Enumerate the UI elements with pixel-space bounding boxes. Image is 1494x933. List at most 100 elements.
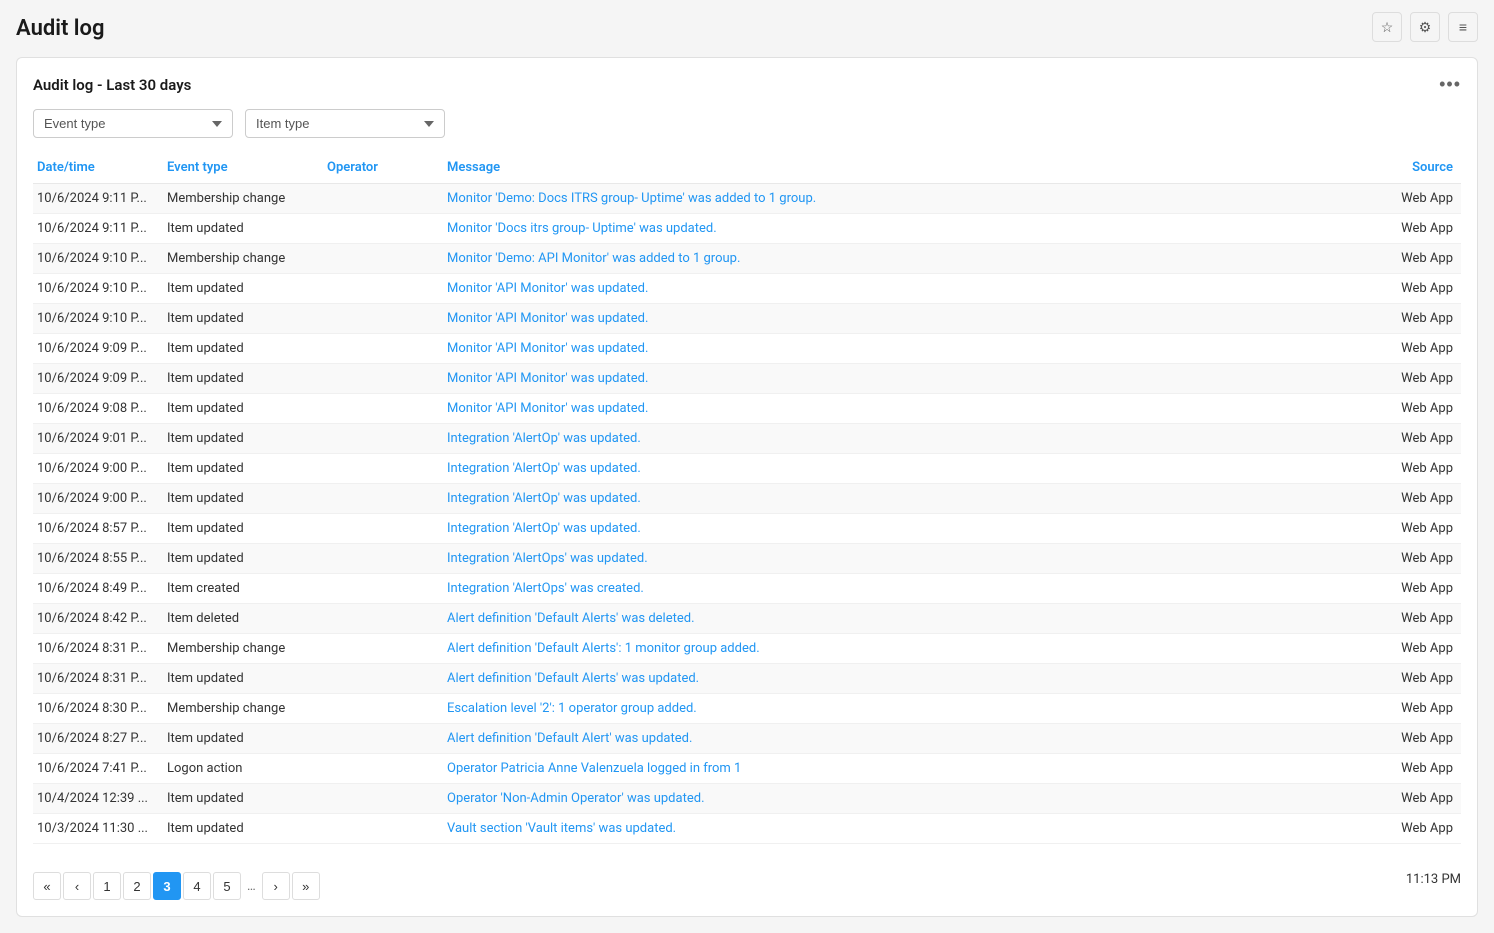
message-link[interactable]: Alert definition 'Default Alerts': 1 mon… [447, 641, 760, 656]
pagination-prev[interactable]: ‹ [63, 872, 91, 900]
message-link[interactable]: Operator Patricia Anne Valenzuela logged… [447, 761, 741, 776]
table-row[interactable]: 10/6/2024 8:27 P... Item updated Alert d… [33, 724, 1461, 754]
table-row[interactable]: 10/6/2024 8:31 P... Membership change Al… [33, 634, 1461, 664]
menu-button[interactable]: ≡ [1448, 12, 1478, 42]
cell-datetime: 10/6/2024 9:11 P... [33, 184, 163, 214]
cell-message: Integration 'AlertOps' was created. [443, 574, 1371, 604]
pagination-next[interactable]: › [262, 872, 290, 900]
pagination-page-4[interactable]: 4 [183, 872, 211, 900]
item-type-filter-wrapper: Item type [245, 109, 445, 138]
cell-operator [323, 454, 443, 484]
table-row[interactable]: 10/6/2024 9:11 P... Membership change Mo… [33, 184, 1461, 214]
cell-message: Monitor 'Demo: Docs ITRS group- Uptime' … [443, 184, 1371, 214]
cell-operator [323, 304, 443, 334]
col-header-operator[interactable]: Operator [323, 152, 443, 184]
col-header-datetime[interactable]: Date/time [33, 152, 163, 184]
table-row[interactable]: 10/6/2024 8:42 P... Item deleted Alert d… [33, 604, 1461, 634]
star-button[interactable]: ☆ [1372, 12, 1402, 42]
cell-source: Web App [1371, 754, 1461, 784]
table-row[interactable]: 10/6/2024 9:10 P... Item updated Monitor… [33, 274, 1461, 304]
table-row[interactable]: 10/6/2024 8:57 P... Item updated Integra… [33, 514, 1461, 544]
item-type-select[interactable]: Item type [245, 109, 445, 138]
event-type-select[interactable]: Event type Membership change Item update… [33, 109, 233, 138]
gear-button[interactable]: ⚙ [1410, 12, 1440, 42]
cell-source: Web App [1371, 364, 1461, 394]
message-link[interactable]: Alert definition 'Default Alerts' was de… [447, 611, 695, 626]
message-link[interactable]: Monitor 'Demo: API Monitor' was added to… [447, 251, 740, 266]
table-row[interactable]: 10/6/2024 9:00 P... Item updated Integra… [33, 484, 1461, 514]
table-row[interactable]: 10/6/2024 9:10 P... Item updated Monitor… [33, 304, 1461, 334]
cell-datetime: 10/6/2024 9:01 P... [33, 424, 163, 454]
cell-operator [323, 604, 443, 634]
table-row[interactable]: 10/6/2024 8:31 P... Item updated Alert d… [33, 664, 1461, 694]
cell-datetime: 10/6/2024 9:09 P... [33, 364, 163, 394]
cell-eventtype: Membership change [163, 634, 323, 664]
table-row[interactable]: 10/6/2024 9:09 P... Item updated Monitor… [33, 364, 1461, 394]
cell-operator [323, 484, 443, 514]
table-row[interactable]: 10/6/2024 9:09 P... Item updated Monitor… [33, 334, 1461, 364]
message-link[interactable]: Integration 'AlertOp' was updated. [447, 461, 641, 476]
table-row[interactable]: 10/6/2024 9:00 P... Item updated Integra… [33, 454, 1461, 484]
table-row[interactable]: 10/6/2024 8:55 P... Item updated Integra… [33, 544, 1461, 574]
message-link[interactable]: Alert definition 'Default Alerts' was up… [447, 671, 699, 686]
cell-datetime: 10/6/2024 8:30 P... [33, 694, 163, 724]
cell-message: Integration 'AlertOp' was updated. [443, 514, 1371, 544]
pagination-first[interactable]: « [33, 872, 61, 900]
col-header-message[interactable]: Message [443, 152, 1371, 184]
message-link[interactable]: Monitor 'API Monitor' was updated. [447, 341, 648, 356]
table-row[interactable]: 10/3/2024 11:30 ... Item updated Vault s… [33, 814, 1461, 844]
table-row[interactable]: 10/6/2024 9:08 P... Item updated Monitor… [33, 394, 1461, 424]
col-header-source[interactable]: Source [1371, 152, 1461, 184]
audit-log-table: Date/time Event type Operator Message So… [33, 152, 1461, 844]
table-row[interactable]: 10/6/2024 9:11 P... Item updated Monitor… [33, 214, 1461, 244]
cell-datetime: 10/4/2024 12:39 ... [33, 784, 163, 814]
gear-icon: ⚙ [1419, 19, 1432, 36]
cell-eventtype: Item updated [163, 514, 323, 544]
cell-message: Integration 'AlertOp' was updated. [443, 484, 1371, 514]
message-link[interactable]: Integration 'AlertOp' was updated. [447, 491, 641, 506]
message-link[interactable]: Monitor 'Docs itrs group- Uptime' was up… [447, 221, 717, 236]
table-row[interactable]: 10/6/2024 9:10 P... Membership change Mo… [33, 244, 1461, 274]
cell-operator [323, 574, 443, 604]
cell-source: Web App [1371, 664, 1461, 694]
table-row[interactable]: 10/6/2024 8:49 P... Item created Integra… [33, 574, 1461, 604]
message-link[interactable]: Monitor 'API Monitor' was updated. [447, 371, 648, 386]
cell-eventtype: Item updated [163, 484, 323, 514]
message-link[interactable]: Monitor 'Demo: Docs ITRS group- Uptime' … [447, 191, 816, 206]
pagination-page-5[interactable]: 5 [213, 872, 241, 900]
cell-eventtype: Item updated [163, 304, 323, 334]
cell-source: Web App [1371, 784, 1461, 814]
star-icon: ☆ [1381, 19, 1394, 36]
cell-source: Web App [1371, 574, 1461, 604]
table-row[interactable]: 10/4/2024 12:39 ... Item updated Operato… [33, 784, 1461, 814]
cell-datetime: 10/6/2024 8:42 P... [33, 604, 163, 634]
cell-datetime: 10/6/2024 9:00 P... [33, 484, 163, 514]
table-row[interactable]: 10/6/2024 9:01 P... Item updated Integra… [33, 424, 1461, 454]
cell-message: Operator Patricia Anne Valenzuela logged… [443, 754, 1371, 784]
more-options-button[interactable]: ••• [1439, 74, 1461, 95]
cell-message: Monitor 'API Monitor' was updated. [443, 394, 1371, 424]
message-link[interactable]: Escalation level '2': 1 operator group a… [447, 701, 697, 716]
message-link[interactable]: Vault section 'Vault items' was updated. [447, 821, 676, 836]
message-link[interactable]: Monitor 'API Monitor' was updated. [447, 401, 648, 416]
table-row[interactable]: 10/6/2024 7:41 P... Logon action Operato… [33, 754, 1461, 784]
pagination-page-1[interactable]: 1 [93, 872, 121, 900]
cell-datetime: 10/6/2024 8:57 P... [33, 514, 163, 544]
message-link[interactable]: Integration 'AlertOp' was updated. [447, 521, 641, 536]
cell-datetime: 10/6/2024 9:10 P... [33, 274, 163, 304]
pagination-page-3[interactable]: 3 [153, 872, 181, 900]
pagination-last[interactable]: » [292, 872, 320, 900]
col-header-eventtype[interactable]: Event type [163, 152, 323, 184]
message-link[interactable]: Integration 'AlertOps' was updated. [447, 551, 648, 566]
message-link[interactable]: Operator 'Non-Admin Operator' was update… [447, 791, 705, 806]
cell-eventtype: Item updated [163, 424, 323, 454]
message-link[interactable]: Monitor 'API Monitor' was updated. [447, 281, 648, 296]
message-link[interactable]: Alert definition 'Default Alert' was upd… [447, 731, 692, 746]
message-link[interactable]: Integration 'AlertOp' was updated. [447, 431, 641, 446]
cell-operator [323, 814, 443, 844]
table-row[interactable]: 10/6/2024 8:30 P... Membership change Es… [33, 694, 1461, 724]
message-link[interactable]: Integration 'AlertOps' was created. [447, 581, 644, 596]
pagination-page-2[interactable]: 2 [123, 872, 151, 900]
table-header-row: Date/time Event type Operator Message So… [33, 152, 1461, 184]
message-link[interactable]: Monitor 'API Monitor' was updated. [447, 311, 648, 326]
